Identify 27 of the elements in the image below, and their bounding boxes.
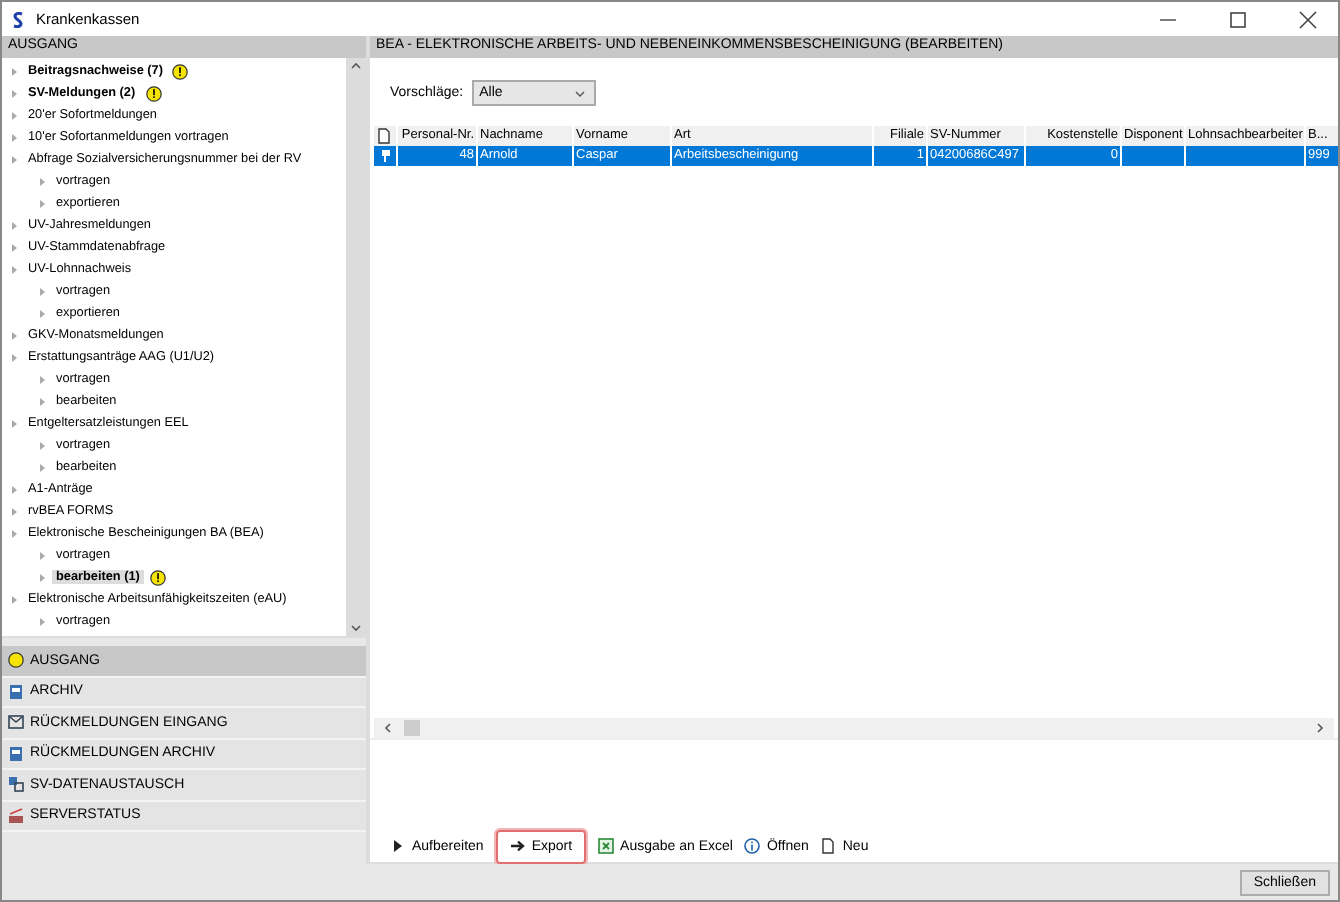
scroll-left-icon[interactable] bbox=[380, 720, 396, 736]
info-icon bbox=[744, 838, 761, 854]
horizontal-scrollbar[interactable] bbox=[374, 718, 1334, 738]
mail-icon bbox=[8, 714, 24, 731]
expand-icon[interactable] bbox=[38, 613, 46, 629]
archive-icon bbox=[8, 745, 24, 762]
scroll-thumb[interactable] bbox=[404, 720, 420, 736]
expand-icon[interactable] bbox=[10, 591, 18, 607]
play-icon bbox=[390, 838, 406, 854]
scroll-right-icon[interactable] bbox=[1312, 720, 1328, 736]
archive-icon bbox=[8, 683, 24, 700]
warning-icon bbox=[8, 652, 24, 669]
scroll-up-icon[interactable] bbox=[348, 58, 364, 74]
table-cell bbox=[1186, 146, 1306, 166]
row-indicator[interactable] bbox=[374, 146, 398, 166]
exchange-icon bbox=[8, 776, 24, 793]
arrow-icon bbox=[509, 838, 526, 854]
server-icon bbox=[8, 807, 24, 824]
app-logo-icon bbox=[10, 11, 26, 27]
scroll-down-icon[interactable] bbox=[348, 620, 364, 636]
table-cell bbox=[1122, 146, 1186, 166]
document-icon bbox=[376, 128, 392, 144]
pin-icon bbox=[376, 148, 392, 164]
expand-icon[interactable] bbox=[10, 415, 18, 431]
scrollbar[interactable] bbox=[346, 58, 366, 636]
document-icon bbox=[820, 838, 837, 854]
spreadsheet-icon bbox=[598, 838, 615, 854]
